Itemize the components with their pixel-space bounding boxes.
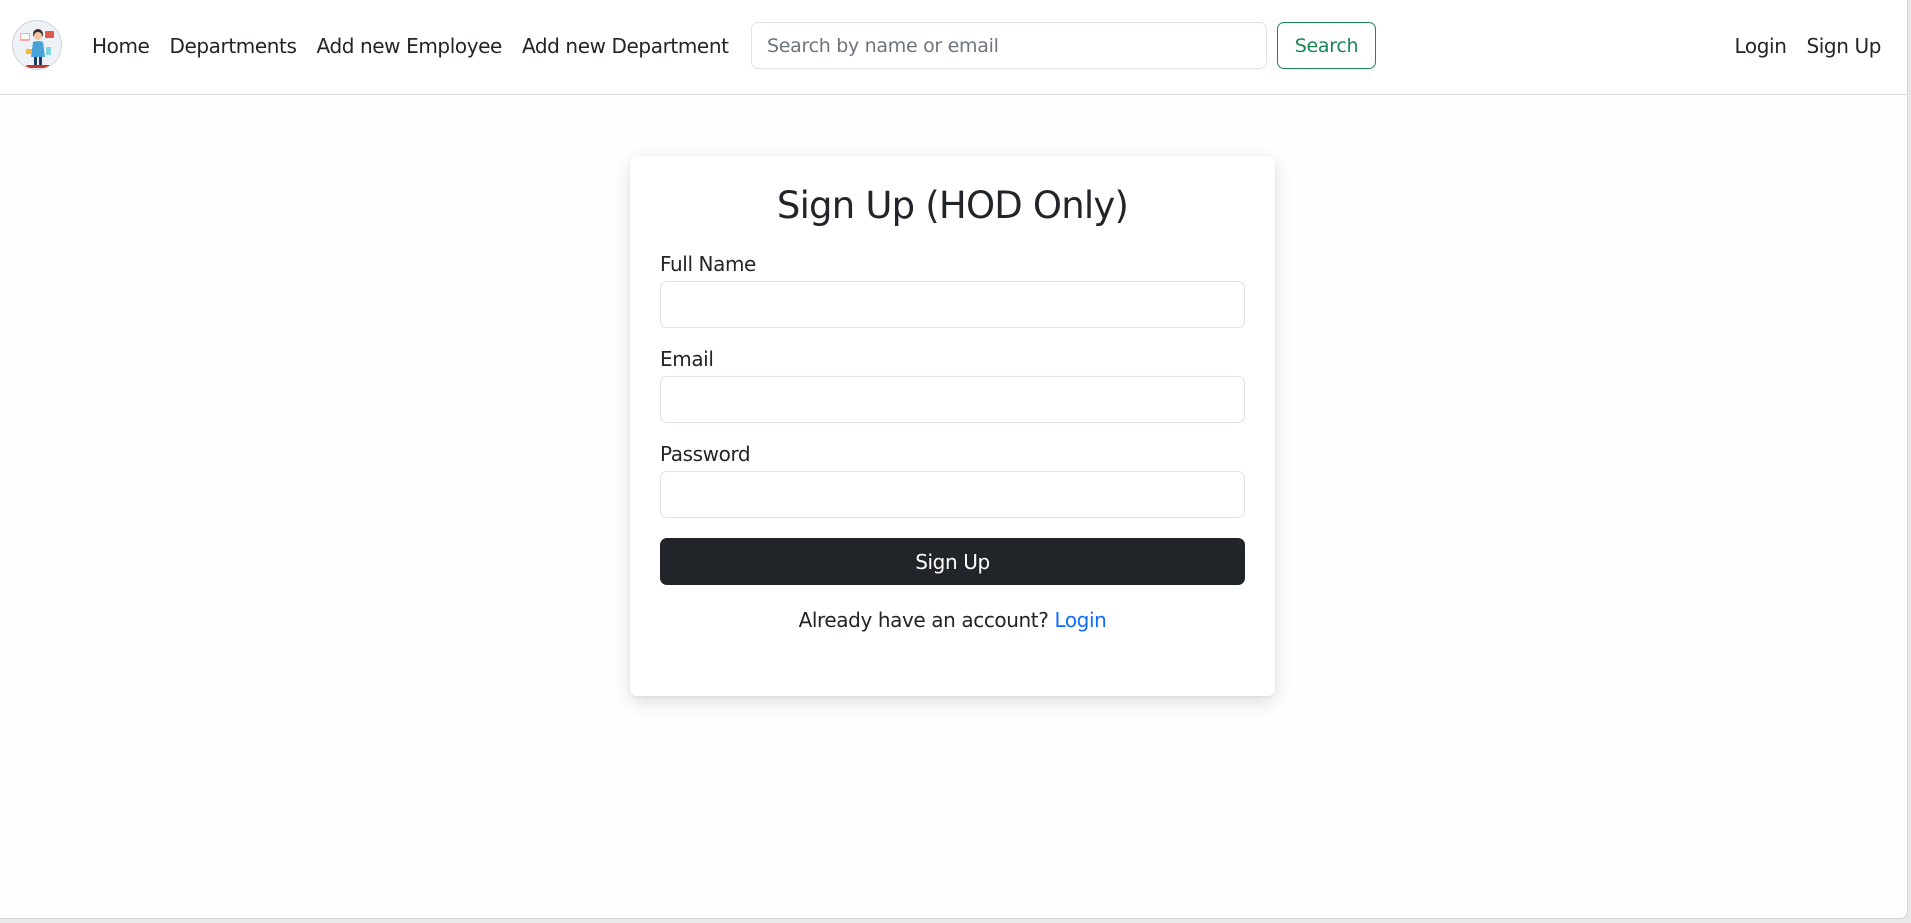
nav-signup-link[interactable]: Sign Up	[1806, 34, 1881, 58]
signup-card: Sign Up (HOD Only) Full Name Email Passw…	[630, 156, 1275, 696]
top-navbar: Home Departments Add new Employee Add ne…	[0, 0, 1907, 95]
email-group: Email	[660, 347, 1245, 424]
full-name-label: Full Name	[660, 252, 756, 277]
search-input[interactable]	[751, 22, 1267, 69]
login-prompt-text: Already have an account?	[798, 608, 1049, 633]
page: Home Departments Add new Employee Add ne…	[0, 0, 1908, 919]
login-prompt: Already have an account? Login	[660, 608, 1245, 632]
full-name-input[interactable]	[660, 281, 1245, 329]
password-label: Password	[660, 442, 751, 467]
email-label: Email	[660, 347, 714, 372]
password-input[interactable]	[660, 471, 1245, 519]
nav-add-employee-link[interactable]: Add new Employee	[317, 34, 503, 58]
logo-icon[interactable]	[12, 20, 62, 70]
full-name-group: Full Name	[660, 252, 1245, 329]
auth-nav: Login Sign Up	[1735, 0, 1882, 92]
password-group: Password	[660, 442, 1245, 519]
signup-submit-button[interactable]: Sign Up	[660, 538, 1245, 586]
signup-title: Sign Up (HOD Only)	[776, 184, 1129, 227]
nav-add-department-link[interactable]: Add new Department	[522, 34, 729, 58]
nav-departments-link[interactable]: Departments	[169, 34, 296, 58]
main-nav: Home Departments Add new Employee Add ne…	[92, 0, 729, 92]
email-input[interactable]	[660, 376, 1245, 424]
nav-login-link[interactable]: Login	[1735, 34, 1787, 58]
nav-home-link[interactable]: Home	[92, 34, 150, 58]
login-link[interactable]: Login	[1054, 608, 1106, 632]
logo-illustration	[13, 21, 61, 69]
search-button[interactable]: Search	[1277, 22, 1376, 69]
